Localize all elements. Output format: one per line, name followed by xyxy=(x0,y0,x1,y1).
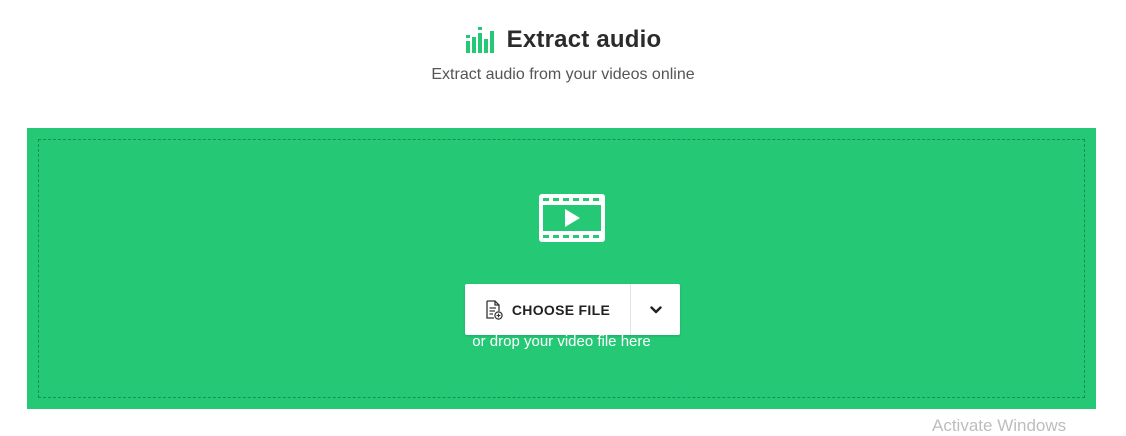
file-add-icon xyxy=(486,299,503,320)
chevron-down-icon xyxy=(649,305,662,313)
audio-bars-icon xyxy=(465,27,494,53)
windows-activation-watermark: Activate Windows xyxy=(932,416,1067,435)
page-subtitle: Extract audio from your videos online xyxy=(431,66,695,83)
upload-source-dropdown-button[interactable] xyxy=(631,284,680,335)
title-row: Extract audio xyxy=(0,26,1126,54)
choose-file-label: CHOOSE FILE xyxy=(511,301,611,318)
page-title: Extract audio xyxy=(506,26,662,53)
dropzone-dashed-area[interactable]: CHOOSE FILE or drop your video file here xyxy=(38,139,1085,398)
choose-file-group: CHOOSE FILE xyxy=(465,284,680,335)
video-play-icon xyxy=(539,194,605,242)
file-dropzone[interactable]: CHOOSE FILE or drop your video file here xyxy=(27,128,1096,409)
page-header: Extract audio Extract audio from your vi… xyxy=(0,0,1126,110)
choose-file-button[interactable]: CHOOSE FILE xyxy=(465,284,631,335)
drop-hint-text: or drop your video file here xyxy=(472,333,651,350)
